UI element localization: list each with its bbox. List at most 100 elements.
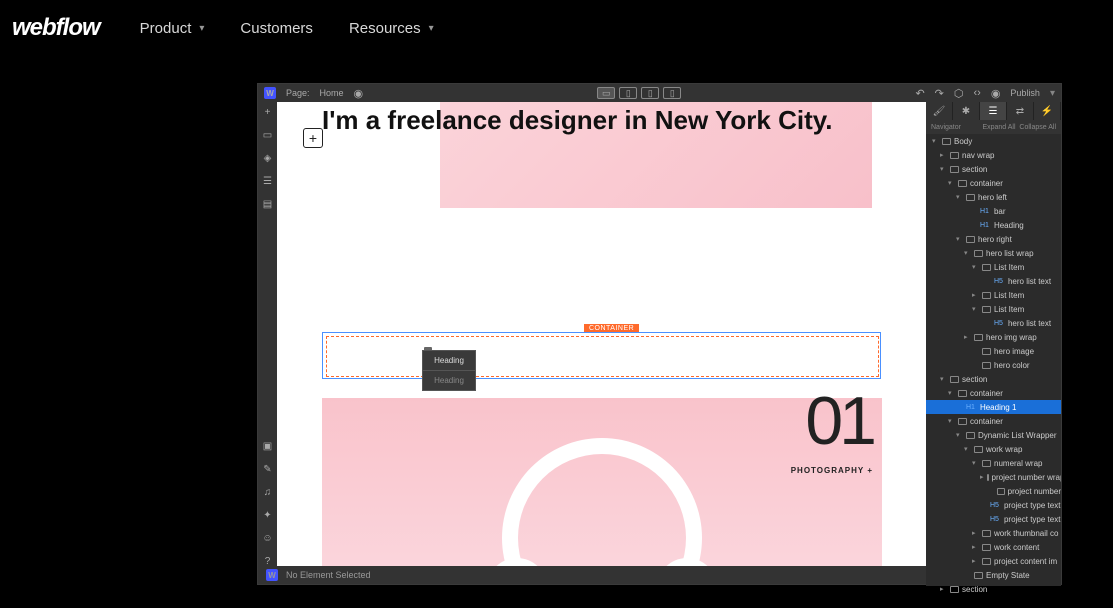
tree-arrow-icon[interactable]: ▾ — [940, 375, 947, 383]
tree-arrow-icon[interactable]: ▾ — [964, 445, 971, 453]
tree-arrow-icon[interactable]: ▸ — [964, 333, 971, 341]
device-desktop[interactable]: ▭ — [597, 87, 615, 99]
tree-row[interactable]: hero image — [926, 344, 1061, 358]
w-logo-icon[interactable]: W — [264, 87, 276, 99]
tree-arrow-icon[interactable]: ▾ — [972, 305, 979, 313]
hero-heading[interactable]: I'm a freelance designer in New York Cit… — [322, 104, 832, 137]
tree-arrow-icon[interactable]: ▾ — [932, 137, 939, 145]
selected-container[interactable] — [322, 332, 881, 379]
tab-effects[interactable]: ⚡ — [1034, 102, 1061, 120]
tree-row[interactable]: ▾ List Item — [926, 260, 1061, 274]
page-label: Page: — [286, 88, 310, 98]
tree-row[interactable]: ▸List Item — [926, 288, 1061, 302]
tab-style[interactable]: 🖌 — [926, 102, 953, 120]
tab-navigator[interactable]: ☰ — [980, 102, 1007, 120]
tree-row[interactable]: ▸work thumbnail co — [926, 526, 1061, 540]
nav-customers[interactable]: Customers — [240, 20, 313, 37]
tree-arrow-icon[interactable]: ▾ — [948, 389, 955, 397]
add-section-button[interactable]: + — [303, 128, 323, 148]
tree-row[interactable]: H1Heading 1 — [926, 400, 1061, 414]
tree-arrow-icon[interactable]: ▸ — [972, 291, 979, 299]
project-category[interactable]: PHOTOGRAPHY + — [791, 466, 873, 475]
nav-resources[interactable]: Resources▾ — [349, 20, 434, 37]
publish-button[interactable]: Publish — [1010, 88, 1040, 98]
users-icon[interactable]: ☺ — [261, 531, 275, 545]
tree-arrow-icon[interactable]: ▸ — [980, 473, 984, 481]
tree-row[interactable]: H5hero list text — [926, 316, 1061, 330]
interactions-icon[interactable]: ✦ — [261, 508, 275, 522]
tab-settings[interactable]: ✱ — [953, 102, 980, 120]
design-canvas[interactable]: I'm a freelance designer in New York Cit… — [277, 102, 928, 568]
page-name[interactable]: Home — [320, 88, 344, 98]
tree-arrow-icon[interactable]: ▾ — [956, 235, 963, 243]
tree-row[interactable]: ▾Body — [926, 134, 1061, 148]
undo-icon[interactable]: ↶ — [915, 87, 924, 100]
code-icon[interactable]: ‹› — [973, 87, 980, 99]
tab-interactions[interactable]: ⇄ — [1007, 102, 1034, 120]
tree-row[interactable]: H1Heading — [926, 218, 1061, 232]
tree-row[interactable]: ▾section — [926, 372, 1061, 386]
tree-row[interactable]: ▾container — [926, 176, 1061, 190]
tree-row[interactable]: ▸nav wrap — [926, 148, 1061, 162]
tree-arrow-icon[interactable]: ▾ — [948, 179, 955, 187]
tree-arrow-icon[interactable]: ▾ — [964, 249, 971, 257]
device-tablet-portrait[interactable]: ▯ — [641, 87, 659, 99]
tree-row[interactable]: Empty State — [926, 568, 1061, 582]
tree-row[interactable]: ▾Dynamic List Wrapper — [926, 428, 1061, 442]
tree-arrow-icon[interactable]: ▾ — [972, 263, 979, 271]
tree-label: List Item — [994, 263, 1024, 272]
tree-row[interactable]: H5hero list text — [926, 274, 1061, 288]
tree-arrow-icon[interactable]: ▾ — [948, 417, 955, 425]
viewport-icon[interactable]: ▣ — [261, 439, 275, 453]
cms-icon[interactable]: ☰ — [261, 174, 275, 188]
tree-row[interactable]: ▾hero left — [926, 190, 1061, 204]
element-popup[interactable]: Heading Heading — [422, 350, 476, 391]
tree-row[interactable]: ▾container — [926, 386, 1061, 400]
device-mobile[interactable]: ▯ — [663, 87, 681, 99]
tree-arrow-icon[interactable]: ▸ — [972, 543, 979, 551]
webflow-logo[interactable]: webflow — [12, 14, 100, 42]
expand-all[interactable]: Expand All — [982, 124, 1015, 131]
tree-row[interactable]: ▸section — [926, 582, 1061, 596]
export-icon[interactable]: ⬡ — [954, 87, 964, 100]
tree-row[interactable]: ▾hero list wrap — [926, 246, 1061, 260]
nav-product[interactable]: Product▾ — [140, 20, 205, 37]
photo-thumbnail[interactable] — [322, 398, 882, 568]
tree-row[interactable]: ▾hero right — [926, 232, 1061, 246]
user-icon[interactable]: ◉ — [991, 87, 1001, 100]
tree-arrow-icon[interactable]: ▸ — [972, 529, 979, 537]
pages-icon[interactable]: ▭ — [261, 128, 275, 142]
tree-row[interactable]: ▸project number wrap — [926, 470, 1061, 484]
redo-icon[interactable]: ↷ — [935, 87, 944, 100]
tree-arrow-icon[interactable]: ▾ — [940, 165, 947, 173]
tree-arrow-icon[interactable]: ▾ — [956, 431, 963, 439]
tree-row[interactable]: ▾work wrap — [926, 442, 1061, 456]
tree-row[interactable]: ▾section — [926, 162, 1061, 176]
device-tablet[interactable]: ▯ — [619, 87, 637, 99]
add-element-icon[interactable]: + — [261, 105, 275, 119]
tree-row[interactable]: H5project type text — [926, 498, 1061, 512]
tree-row[interactable]: ▸project content im — [926, 554, 1061, 568]
edit-icon[interactable]: ✎ — [261, 462, 275, 476]
collapse-all[interactable]: Collapse All — [1019, 124, 1056, 131]
audit-icon[interactable]: ♫ — [261, 485, 275, 499]
symbols-icon[interactable]: ◈ — [261, 151, 275, 165]
tree-row[interactable]: project number — [926, 484, 1061, 498]
w-status-icon[interactable]: W — [266, 569, 278, 581]
preview-icon[interactable]: ◉ — [354, 87, 364, 100]
tree-row[interactable]: ▾container — [926, 414, 1061, 428]
tree-row[interactable]: H5project type text — [926, 512, 1061, 526]
tree-arrow-icon[interactable]: ▸ — [940, 151, 947, 159]
tree-arrow-icon[interactable]: ▸ — [940, 585, 947, 593]
tree-row[interactable]: ▾numeral wrap — [926, 456, 1061, 470]
tree-label: hero img wrap — [986, 333, 1037, 342]
assets-icon[interactable]: ▤ — [261, 197, 275, 211]
tree-arrow-icon[interactable]: ▾ — [956, 193, 963, 201]
tree-arrow-icon[interactable]: ▾ — [972, 459, 979, 467]
tree-row[interactable]: ▾List Item — [926, 302, 1061, 316]
tree-row[interactable]: H1bar — [926, 204, 1061, 218]
tree-row[interactable]: ▸work content — [926, 540, 1061, 554]
tree-arrow-icon[interactable]: ▸ — [972, 557, 979, 565]
tree-row[interactable]: hero color — [926, 358, 1061, 372]
tree-row[interactable]: ▸ hero img wrap — [926, 330, 1061, 344]
